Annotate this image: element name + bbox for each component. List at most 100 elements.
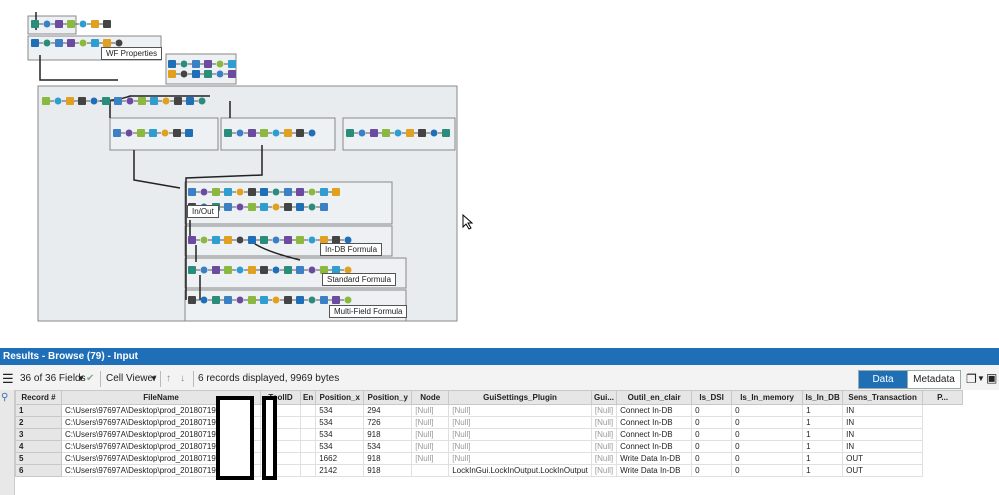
workflow-tool-icon[interactable] xyxy=(91,39,99,47)
workflow-tool-icon[interactable] xyxy=(188,236,196,244)
check-icon[interactable]: ✔ xyxy=(86,371,94,387)
workflow-tool-icon[interactable] xyxy=(90,97,98,105)
table-cell[interactable] xyxy=(411,464,450,477)
workflow-tool-icon[interactable] xyxy=(168,60,176,68)
table-cell[interactable]: 534 xyxy=(315,416,365,429)
workflow-tool-icon[interactable] xyxy=(228,60,236,68)
workflow-tool-icon[interactable] xyxy=(272,203,280,211)
workflow-tool-icon[interactable] xyxy=(55,39,63,47)
table-cell[interactable]: LockInGui.LockInOutput.LockInOutput xyxy=(448,464,592,477)
workflow-canvas[interactable]: WF Properties In/Out In-DB Formula Stand… xyxy=(0,0,999,345)
arrow-up-icon[interactable]: ↑ xyxy=(166,371,171,387)
table-cell[interactable]: [Null] xyxy=(411,404,450,417)
workflow-tool-icon[interactable] xyxy=(126,97,134,105)
workflow-tool-icon[interactable] xyxy=(296,203,304,211)
workflow-tool-icon[interactable] xyxy=(91,20,99,28)
workflow-tool-icon[interactable] xyxy=(115,39,123,47)
workflow-tool-icon[interactable] xyxy=(308,296,316,304)
record-number[interactable]: 5 xyxy=(15,452,62,465)
workflow-tool-icon[interactable] xyxy=(113,129,121,137)
column-header[interactable]: Sens_Transaction xyxy=(842,390,924,405)
table-cell[interactable]: [Null] xyxy=(590,440,618,453)
workflow-tool-icon[interactable] xyxy=(332,188,340,196)
workflow-tool-icon[interactable] xyxy=(168,70,176,78)
workflow-tool-icon[interactable] xyxy=(204,70,212,78)
table-cell[interactable]: 0 xyxy=(731,428,804,441)
table-cell[interactable]: 1 xyxy=(802,440,844,453)
table-cell[interactable]: [Null] xyxy=(448,452,592,465)
column-header[interactable]: Outil_en_clair xyxy=(616,390,693,405)
column-header[interactable]: Gui... xyxy=(590,390,618,405)
table-row[interactable]: 5 C:\Users\97697A\Desktop\prod_20180719\E… xyxy=(15,452,963,465)
workflow-tool-icon[interactable] xyxy=(406,129,414,137)
workflow-tool-icon[interactable] xyxy=(248,296,256,304)
table-cell[interactable]: 534 xyxy=(315,440,365,453)
table-cell[interactable]: [Null] xyxy=(590,452,618,465)
workflow-tool-icon[interactable] xyxy=(42,97,50,105)
column-header[interactable]: Record # xyxy=(15,390,62,405)
workflow-tool-icon[interactable] xyxy=(284,296,292,304)
workflow-tool-icon[interactable] xyxy=(212,236,220,244)
table-row[interactable]: 6 C:\Users\97697A\Desktop\prod_20180719\E… xyxy=(15,464,963,477)
workflow-tool-icon[interactable] xyxy=(137,129,145,137)
workflow-tool-icon[interactable] xyxy=(103,39,111,47)
column-header[interactable]: Position_x xyxy=(315,390,365,405)
workflow-tool-icon[interactable] xyxy=(188,188,196,196)
workflow-tool-icon[interactable] xyxy=(224,129,232,137)
table-cell[interactable]: [Null] xyxy=(411,428,450,441)
workflow-tool-icon[interactable] xyxy=(272,129,280,137)
table-cell[interactable]: OUT xyxy=(842,452,924,465)
workflow-tool-icon[interactable] xyxy=(174,97,182,105)
binoculars-icon[interactable]: ⚲ xyxy=(1,392,8,403)
table-cell[interactable] xyxy=(299,416,317,429)
table-cell[interactable]: [Null] xyxy=(590,404,618,417)
workflow-tool-icon[interactable] xyxy=(418,129,426,137)
workflow-tool-icon[interactable] xyxy=(161,129,169,137)
workflow-tool-icon[interactable] xyxy=(192,60,200,68)
save-icon[interactable]: ▣ xyxy=(986,370,997,386)
workflow-tool-icon[interactable] xyxy=(236,203,244,211)
table-cell[interactable]: 0 xyxy=(731,404,804,417)
table-cell[interactable]: 0 xyxy=(731,464,804,477)
workflow-tool-icon[interactable] xyxy=(43,20,51,28)
table-cell[interactable]: 0 xyxy=(731,416,804,429)
table-cell[interactable]: 2142 xyxy=(315,464,365,477)
table-cell[interactable]: [Null] xyxy=(448,404,592,417)
tab-metadata[interactable]: Metadata xyxy=(907,370,961,389)
workflow-tool-icon[interactable] xyxy=(67,20,75,28)
table-cell[interactable]: [Null] xyxy=(448,428,592,441)
table-cell[interactable]: 726 xyxy=(363,416,413,429)
workflow-tool-icon[interactable] xyxy=(200,236,208,244)
table-cell[interactable]: 0 xyxy=(731,440,804,453)
table-cell[interactable]: IN xyxy=(842,404,924,417)
workflow-tool-icon[interactable] xyxy=(346,129,354,137)
table-cell[interactable]: 1 xyxy=(802,428,844,441)
fields-selector[interactable]: 36 of 36 Fields xyxy=(20,371,86,387)
workflow-tool-icon[interactable] xyxy=(296,236,304,244)
workflow-tool-icon[interactable] xyxy=(332,296,340,304)
workflow-tool-icon[interactable] xyxy=(394,129,402,137)
table-cell[interactable] xyxy=(299,452,317,465)
column-header[interactable]: Node xyxy=(411,390,450,405)
workflow-tool-icon[interactable] xyxy=(43,39,51,47)
workflow-tool-icon[interactable] xyxy=(308,129,316,137)
column-header[interactable]: Is_In_memory xyxy=(731,390,804,405)
workflow-tool-icon[interactable] xyxy=(212,188,220,196)
workflow-tool-icon[interactable] xyxy=(320,296,328,304)
workflow-tool-icon[interactable] xyxy=(204,60,212,68)
table-cell[interactable] xyxy=(299,464,317,477)
workflow-tool-icon[interactable] xyxy=(260,266,268,274)
workflow-tool-icon[interactable] xyxy=(224,296,232,304)
workflow-tool-icon[interactable] xyxy=(284,188,292,196)
table-cell[interactable]: 1 xyxy=(802,404,844,417)
workflow-tool-icon[interactable] xyxy=(236,296,244,304)
workflow-tool-icon[interactable] xyxy=(236,266,244,274)
workflow-tool-icon[interactable] xyxy=(308,203,316,211)
table-cell[interactable]: Connect In-DB xyxy=(616,416,693,429)
table-cell[interactable]: 0 xyxy=(691,440,733,453)
workflow-tool-icon[interactable] xyxy=(272,188,280,196)
workflow-tool-icon[interactable] xyxy=(192,70,200,78)
workflow-tool-icon[interactable] xyxy=(260,188,268,196)
record-number[interactable]: 4 xyxy=(15,440,62,453)
list-view-icon[interactable]: ☰ xyxy=(2,371,14,387)
